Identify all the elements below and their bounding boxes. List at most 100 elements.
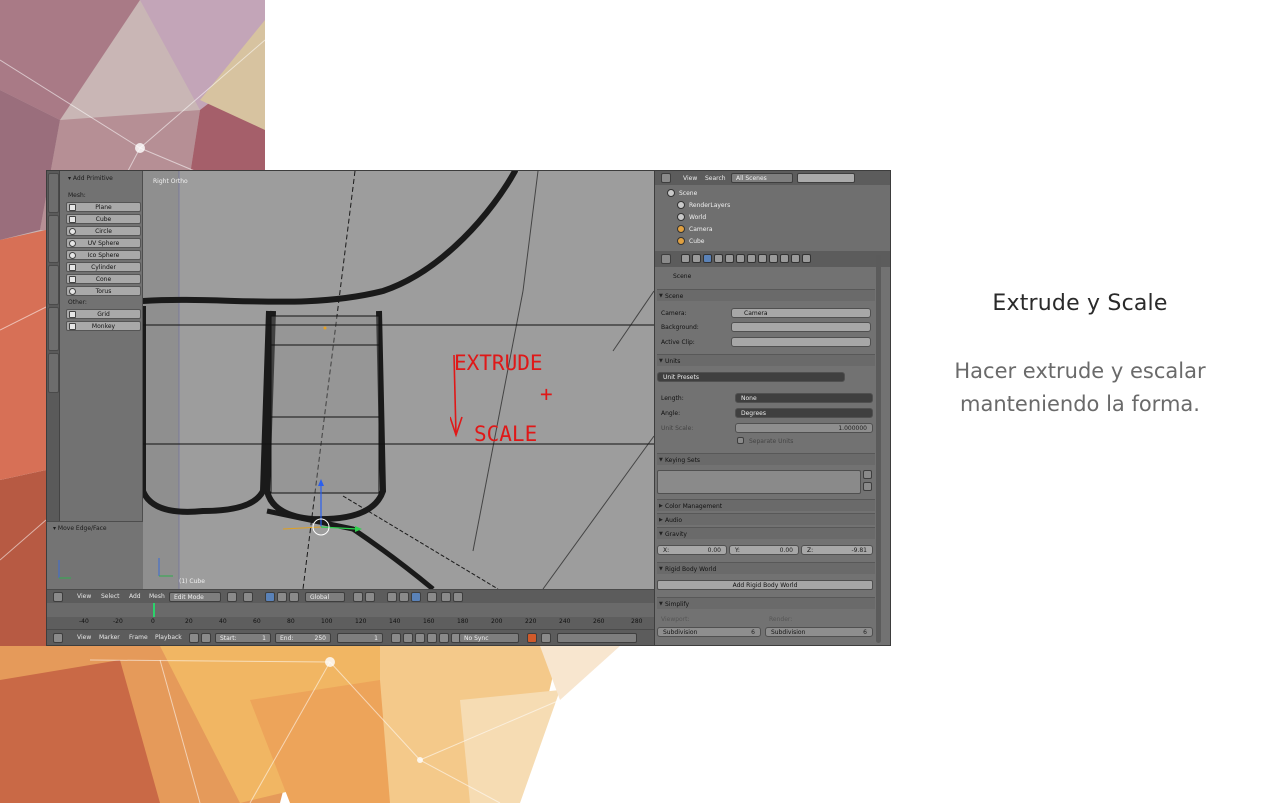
viewport-menu-add[interactable]: Add: [129, 593, 141, 600]
remove-keying-set-icon[interactable]: [863, 482, 872, 491]
renderlayers-tab-icon[interactable]: [692, 254, 701, 263]
timeline-menu-frame[interactable]: Frame: [129, 634, 148, 641]
separate-units-checkbox[interactable]: [737, 437, 744, 444]
gravity-panel-header[interactable]: ▼ Gravity: [657, 527, 875, 539]
outliner-menu-view[interactable]: View: [683, 175, 697, 182]
scene-tab-icon[interactable]: [703, 254, 712, 263]
tab-create[interactable]: [48, 215, 59, 263]
sync-select[interactable]: No Sync: [459, 633, 519, 643]
timeline[interactable]: -40 -20 0 20 40 60 80 100 120 140 160 18…: [47, 603, 654, 629]
cube-button[interactable]: Cube: [66, 214, 141, 224]
outliner-row-world[interactable]: World: [655, 211, 881, 223]
add-rigid-body-world-button[interactable]: Add Rigid Body World: [657, 580, 873, 590]
plane-button[interactable]: Plane: [66, 202, 141, 212]
cylinder-button[interactable]: Cylinder: [66, 262, 141, 272]
jump-start-icon[interactable]: [391, 633, 401, 643]
tab-tools[interactable]: [48, 173, 59, 213]
end-frame-field[interactable]: End: 250: [275, 633, 331, 643]
next-key-icon[interactable]: [439, 633, 449, 643]
pivot-icon[interactable]: [243, 592, 253, 602]
outliner-row-cube[interactable]: Cube: [655, 235, 881, 247]
simplify-panel-header[interactable]: ▼ Simplify: [657, 597, 875, 609]
tab-physics[interactable]: [48, 353, 59, 393]
properties-editor-icon[interactable]: [661, 254, 671, 264]
outliner-filter-select[interactable]: All Scenes: [731, 173, 793, 183]
snap-icon[interactable]: [427, 592, 437, 602]
timeline-menu-playback[interactable]: Playback: [155, 634, 182, 641]
render-tab-icon[interactable]: [681, 254, 690, 263]
keying-sets-list[interactable]: [657, 470, 861, 494]
shading-icon[interactable]: [227, 592, 237, 602]
mode-select[interactable]: Edit Mode: [169, 592, 221, 602]
monkey-button[interactable]: Monkey: [66, 321, 141, 331]
render-subdivision-field[interactable]: Subdivision 6: [765, 627, 873, 637]
prev-key-icon[interactable]: [403, 633, 413, 643]
uv-sphere-button[interactable]: UV Sphere: [66, 238, 141, 248]
orientation-select[interactable]: Global: [305, 592, 345, 602]
layer-icon[interactable]: [353, 592, 363, 602]
start-frame-field[interactable]: Start: 1: [215, 633, 271, 643]
viewport-menu-select[interactable]: Select: [101, 593, 120, 600]
face-select-icon[interactable]: [411, 592, 421, 602]
keying-sets-panel-header[interactable]: ▼ Keying Sets: [657, 453, 875, 465]
cone-button[interactable]: Cone: [66, 274, 141, 284]
modifiers-tab-icon[interactable]: [747, 254, 756, 263]
particles-tab-icon[interactable]: [791, 254, 800, 263]
object-tab-icon[interactable]: [725, 254, 734, 263]
constraints-tab-icon[interactable]: [736, 254, 745, 263]
units-panel-header[interactable]: ▼ Units: [657, 354, 875, 366]
add-keying-set-icon[interactable]: [863, 470, 872, 479]
viewport-menu-view[interactable]: View: [77, 593, 91, 600]
vertex-select-icon[interactable]: [387, 592, 397, 602]
material-tab-icon[interactable]: [769, 254, 778, 263]
gravity-y-field[interactable]: Y: 0.00: [729, 545, 799, 555]
unit-scale-field[interactable]: 1.000000: [735, 423, 873, 433]
outliner-editor-icon[interactable]: [661, 173, 671, 183]
color-management-panel-header[interactable]: ▶ Color Management: [657, 499, 875, 511]
outliner-row-renderlayers[interactable]: RenderLayers: [655, 199, 881, 211]
keyframe-icon[interactable]: [189, 633, 199, 643]
torus-button[interactable]: Torus: [66, 286, 141, 296]
outliner-search-input[interactable]: [797, 173, 855, 183]
viewport-menu-mesh[interactable]: Mesh: [149, 593, 165, 600]
viewport-subdivision-field[interactable]: Subdivision 6: [657, 627, 761, 637]
camera-field[interactable]: Camera: [731, 308, 871, 318]
keying-set-icon[interactable]: [541, 633, 551, 643]
data-tab-icon[interactable]: [758, 254, 767, 263]
add-primitive-header[interactable]: ▾ Add Primitive: [60, 173, 143, 184]
play-reverse-icon[interactable]: [415, 633, 425, 643]
play-icon[interactable]: [427, 633, 437, 643]
texture-tab-icon[interactable]: [780, 254, 789, 263]
editor-type-icon[interactable]: [53, 592, 63, 602]
timeline-menu-marker[interactable]: Marker: [99, 634, 120, 641]
manipulator-rotate-icon[interactable]: [277, 592, 287, 602]
outliner-menu-search[interactable]: Search: [705, 175, 726, 182]
world-tab-icon[interactable]: [714, 254, 723, 263]
proportional-edit-icon[interactable]: [365, 592, 375, 602]
gravity-x-field[interactable]: X: 0.00: [657, 545, 727, 555]
render-icon[interactable]: [441, 592, 451, 602]
angle-select[interactable]: Degrees: [735, 408, 873, 418]
keying-set-field[interactable]: [557, 633, 637, 643]
audio-panel-header[interactable]: ▶ Audio: [657, 513, 875, 525]
tab-animation[interactable]: [48, 307, 59, 351]
scene-panel-header[interactable]: ▼ Scene: [657, 289, 875, 301]
outliner-row-scene[interactable]: Scene: [655, 187, 881, 199]
rigid-body-world-panel-header[interactable]: ▼ Rigid Body World: [657, 562, 875, 574]
tab-relations[interactable]: [48, 265, 59, 305]
manipulator-translate-icon[interactable]: [265, 592, 275, 602]
grid-button[interactable]: Grid: [66, 309, 141, 319]
gravity-z-field[interactable]: Z: -9.81: [801, 545, 873, 555]
ico-sphere-button[interactable]: Ico Sphere: [66, 250, 141, 260]
active-clip-field[interactable]: [731, 337, 871, 347]
unit-presets-select[interactable]: Unit Presets: [657, 372, 845, 382]
length-select[interactable]: None: [735, 393, 873, 403]
manipulator-scale-icon[interactable]: [289, 592, 299, 602]
edge-select-icon[interactable]: [399, 592, 409, 602]
circle-button[interactable]: Circle: [66, 226, 141, 236]
properties-scrollbar[interactable]: [876, 255, 881, 643]
background-field[interactable]: [731, 322, 871, 332]
timeline-menu-view[interactable]: View: [77, 634, 91, 641]
physics-tab-icon[interactable]: [802, 254, 811, 263]
preview-range-icon[interactable]: [201, 633, 211, 643]
